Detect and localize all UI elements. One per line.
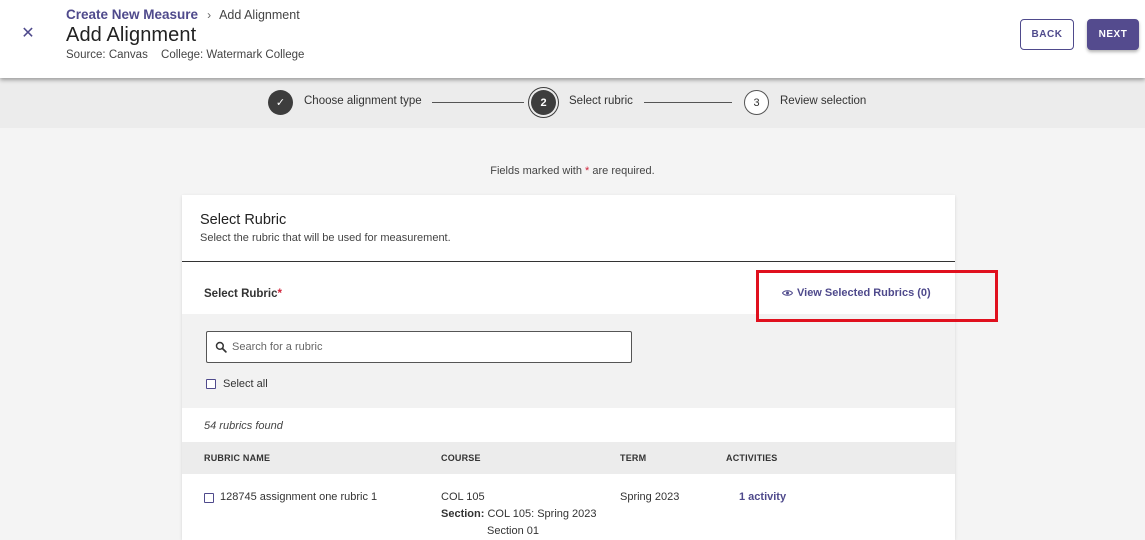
- row-checkbox[interactable]: [204, 492, 214, 503]
- section-label: Section:: [441, 508, 485, 520]
- search-input[interactable]: [232, 341, 612, 353]
- search-panel: Select all: [182, 314, 955, 408]
- required-note-before: Fields marked with: [490, 165, 582, 177]
- card-subtitle: Select the rubric that will be used for …: [200, 232, 451, 244]
- step-connector: [432, 102, 524, 103]
- select-rubric-label-text: Select Rubric: [204, 288, 278, 300]
- next-button[interactable]: NEXT: [1087, 19, 1139, 50]
- rubric-name-cell: 128745 assignment one rubric 1: [204, 489, 377, 506]
- required-star: *: [277, 288, 282, 300]
- page-title: Add Alignment: [66, 24, 197, 46]
- search-field[interactable]: [206, 331, 632, 363]
- required-star: *: [585, 165, 590, 177]
- activities-link[interactable]: 1 activity: [739, 489, 786, 506]
- step-2-indicator: 2: [531, 90, 556, 115]
- step-1-label: Choose alignment type: [304, 95, 422, 107]
- back-button[interactable]: BACK: [1020, 19, 1074, 50]
- select-rubric-label: Select Rubric*: [204, 288, 282, 300]
- results-count: 54 rubrics found: [204, 420, 283, 432]
- required-note-after: are required.: [592, 165, 655, 177]
- view-selected-rubrics-link[interactable]: View Selected Rubrics (0): [782, 287, 931, 299]
- term-cell: Spring 2023: [620, 491, 680, 503]
- card-title: Select Rubric: [200, 212, 287, 228]
- source-text: Source: Canvas: [66, 49, 148, 61]
- column-header-activities: ACTIVITIES: [726, 453, 778, 463]
- course-cell: COL 105 Section: COL 105: Spring 2023 Se…: [441, 489, 597, 540]
- step-3-label: Review selection: [780, 95, 867, 107]
- table-header: RUBRIC NAME COURSE TERM ACTIVITIES: [182, 442, 955, 474]
- select-all-checkbox[interactable]: Select all: [206, 378, 268, 390]
- checkbox-icon[interactable]: [206, 379, 216, 389]
- eye-icon: [782, 290, 793, 296]
- course-code: COL 105: [441, 491, 485, 503]
- step-3-indicator: 3: [744, 90, 769, 115]
- divider: [182, 261, 955, 262]
- college-text: College: Watermark College: [161, 49, 305, 61]
- column-header-course: COURSE: [441, 453, 481, 463]
- view-selected-rubrics-text: View Selected Rubrics (0): [797, 287, 931, 299]
- page-header: ✕ Create New Measure › Add Alignment Add…: [0, 0, 1145, 78]
- alignment-meta: Source: Canvas College: Watermark Colleg…: [66, 49, 304, 61]
- column-header-rubric-name: RUBRIC NAME: [204, 453, 271, 463]
- chevron-right-icon: ›: [207, 7, 212, 22]
- rubric-name: 128745 assignment one rubric 1: [220, 491, 378, 503]
- section-value: COL 105: Spring 2023: [487, 508, 597, 520]
- select-rubric-card: Select Rubric Select the rubric that wil…: [182, 195, 955, 540]
- section-value-2: Section 01: [487, 525, 539, 537]
- step-2-label: Select rubric: [569, 95, 633, 107]
- table-row: 128745 assignment one rubric 1 COL 105 S…: [182, 474, 955, 540]
- close-icon[interactable]: ✕: [20, 26, 36, 42]
- breadcrumb-current: Add Alignment: [219, 7, 300, 22]
- progress-stepper: ✓ Choose alignment type 2 Select rubric …: [0, 78, 1145, 128]
- select-all-label: Select all: [223, 378, 268, 390]
- required-fields-note: Fields marked with * are required.: [0, 165, 1145, 177]
- step-1-check-icon: ✓: [268, 90, 293, 115]
- search-icon: [215, 341, 227, 353]
- step-connector: [644, 102, 732, 103]
- breadcrumb-create-new-measure[interactable]: Create New Measure: [66, 7, 198, 22]
- column-header-term: TERM: [620, 453, 647, 463]
- breadcrumb: Create New Measure › Add Alignment: [66, 7, 300, 22]
